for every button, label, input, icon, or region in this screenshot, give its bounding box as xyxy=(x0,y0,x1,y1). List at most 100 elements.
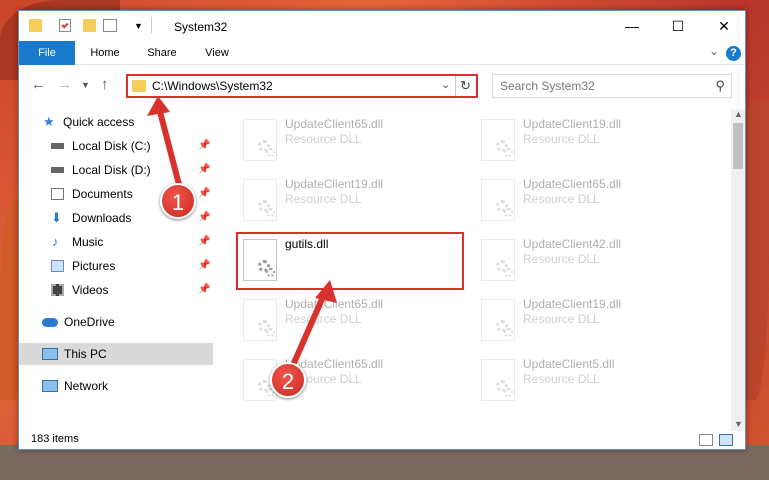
file-item[interactable]: UpdateClient42.dll Resource DLL xyxy=(475,235,705,287)
title-bar: ▼ System32 — ☐ ✕ xyxy=(19,11,745,41)
back-arrow-icon[interactable]: ← xyxy=(31,76,46,93)
item-count: 183 items xyxy=(31,433,79,445)
up-arrow-icon[interactable]: ↑ xyxy=(101,76,109,93)
tab-share[interactable]: Share xyxy=(137,41,187,65)
scrollbar-thumb[interactable] xyxy=(733,123,743,169)
step-badge-2: 2 xyxy=(270,362,306,398)
navigation-pane: ★ Quick access Local Disk (C:) 📌 Local D… xyxy=(19,109,213,427)
sidebar-item-label: Local Disk (C:) xyxy=(72,139,151,153)
dll-file-icon xyxy=(481,179,515,221)
file-item[interactable]: UpdateClient65.dll Resource DLL xyxy=(475,175,705,227)
scroll-up-icon[interactable]: ▲ xyxy=(734,109,743,119)
maximize-button[interactable]: ☐ xyxy=(655,11,701,41)
minimize-button[interactable]: — xyxy=(609,11,655,41)
quick-access-dropdown-icon[interactable]: ▼ xyxy=(134,21,143,31)
sidebar-item-videos[interactable]: Videos 📌 xyxy=(19,279,213,301)
highlight-box xyxy=(236,232,464,290)
search-input[interactable]: Search System32 ⚲ xyxy=(492,74,732,98)
file-item[interactable]: UpdateClient65.dll Resource DLL xyxy=(237,295,467,347)
file-item[interactable]: UpdateClient65.dll Resource DLL xyxy=(237,115,467,167)
step-badge-1: 1 xyxy=(160,183,196,219)
pin-icon[interactable]: 📌 xyxy=(198,135,210,157)
dll-file-icon xyxy=(481,299,515,341)
scroll-down-icon[interactable]: ▼ xyxy=(734,419,743,429)
file-type: Resource DLL xyxy=(523,192,600,206)
network-icon xyxy=(42,380,58,392)
sidebar-item-this-pc[interactable]: This PC xyxy=(19,343,213,365)
file-name: UpdateClient42.dll xyxy=(523,237,622,251)
pin-icon[interactable]: 📌 xyxy=(198,231,210,253)
file-name: UpdateClient19.dll xyxy=(285,177,384,191)
file-name: UpdateClient65.dll xyxy=(285,117,384,131)
drive-icon xyxy=(51,167,64,173)
file-item[interactable]: UpdateClient19.dll Resource DLL xyxy=(237,175,467,227)
file-type: Resource DLL xyxy=(285,192,362,206)
help-icon[interactable]: ? xyxy=(726,46,741,61)
dll-file-icon xyxy=(481,239,515,281)
search-placeholder: Search System32 xyxy=(500,79,595,93)
tab-home[interactable]: Home xyxy=(79,41,131,65)
file-item[interactable]: UpdateClient5.dll Resource DLL xyxy=(475,355,705,407)
dll-file-icon xyxy=(481,119,515,161)
customize-toolbar-icon[interactable] xyxy=(103,19,117,32)
cloud-icon xyxy=(42,318,58,327)
address-path[interactable]: C:\Windows\System32 xyxy=(152,79,273,93)
details-view-icon[interactable] xyxy=(699,434,713,446)
expand-ribbon-icon[interactable]: ⌄ xyxy=(709,44,719,58)
file-item[interactable]: UpdateClient19.dll Resource DLL xyxy=(475,115,705,167)
properties-icon[interactable] xyxy=(59,19,71,32)
file-type: Resource DLL xyxy=(285,312,362,326)
sidebar-item-label: Downloads xyxy=(72,211,132,225)
sidebar-item-label: Local Disk (D:) xyxy=(72,163,151,177)
sidebar-item-pictures[interactable]: Pictures 📌 xyxy=(19,255,213,277)
pin-icon[interactable]: 📌 xyxy=(198,207,210,229)
star-icon: ★ xyxy=(43,114,55,129)
file-name: UpdateClient5.dll xyxy=(523,357,615,371)
sidebar-item-label: This PC xyxy=(64,347,107,361)
close-button[interactable]: ✕ xyxy=(701,11,747,41)
large-icons-view-icon[interactable] xyxy=(719,434,733,446)
sidebar-item-label: Music xyxy=(72,235,104,249)
tab-file[interactable]: File xyxy=(19,41,75,65)
downloads-icon: ⬇ xyxy=(51,210,62,225)
refresh-icon[interactable]: ↻ xyxy=(455,76,475,96)
file-name: UpdateClient19.dll xyxy=(523,117,622,131)
sidebar-item-local-disk-d[interactable]: Local Disk (D:) 📌 xyxy=(19,159,213,181)
videos-icon xyxy=(51,284,64,296)
recent-locations-icon[interactable]: ▼ xyxy=(81,80,90,90)
documents-icon xyxy=(51,188,64,200)
file-item[interactable]: UpdateClient19.dll Resource DLL xyxy=(475,295,705,347)
pin-icon[interactable]: 📌 xyxy=(198,159,210,181)
tab-view[interactable]: View xyxy=(195,41,239,65)
file-name: UpdateClient19.dll xyxy=(523,297,622,311)
window-title: System32 xyxy=(174,20,228,34)
vertical-scrollbar[interactable]: ▲ ▼ xyxy=(731,109,745,431)
pin-icon[interactable]: 📌 xyxy=(198,279,210,301)
ribbon: File Home Share View ⌄ ? xyxy=(19,41,745,65)
sidebar-item-network[interactable]: Network xyxy=(19,375,213,397)
search-icon[interactable]: ⚲ xyxy=(715,78,725,94)
sidebar-item-label: Pictures xyxy=(72,259,116,273)
sidebar-item-label: Quick access xyxy=(63,115,135,129)
sidebar-item-label: Network xyxy=(64,379,109,393)
computer-icon xyxy=(42,348,58,360)
sidebar-item-local-disk-c[interactable]: Local Disk (C:) 📌 xyxy=(19,135,213,157)
folder-icon xyxy=(132,80,146,92)
chevron-down-icon[interactable]: ⌄ xyxy=(441,78,450,91)
sidebar-item-quick-access[interactable]: ★ Quick access xyxy=(19,111,213,133)
pin-icon[interactable]: 📌 xyxy=(198,183,210,205)
dll-file-icon xyxy=(243,119,277,161)
address-bar[interactable]: C:\Windows\System32 ⌄ ↻ xyxy=(126,74,478,98)
pictures-icon xyxy=(51,260,64,272)
file-type: Resource DLL xyxy=(523,252,600,266)
sidebar-item-music[interactable]: ♪ Music 📌 xyxy=(19,231,213,253)
folder-icon xyxy=(29,19,42,32)
sidebar-item-label: Videos xyxy=(72,283,109,297)
forward-arrow-icon[interactable]: → xyxy=(57,76,72,93)
new-folder-icon[interactable] xyxy=(83,19,96,32)
dll-file-icon xyxy=(243,179,277,221)
pin-icon[interactable]: 📌 xyxy=(198,255,210,277)
sidebar-item-onedrive[interactable]: OneDrive xyxy=(19,311,213,333)
file-type: Resource DLL xyxy=(285,132,362,146)
sidebar-item-label: OneDrive xyxy=(64,315,115,329)
